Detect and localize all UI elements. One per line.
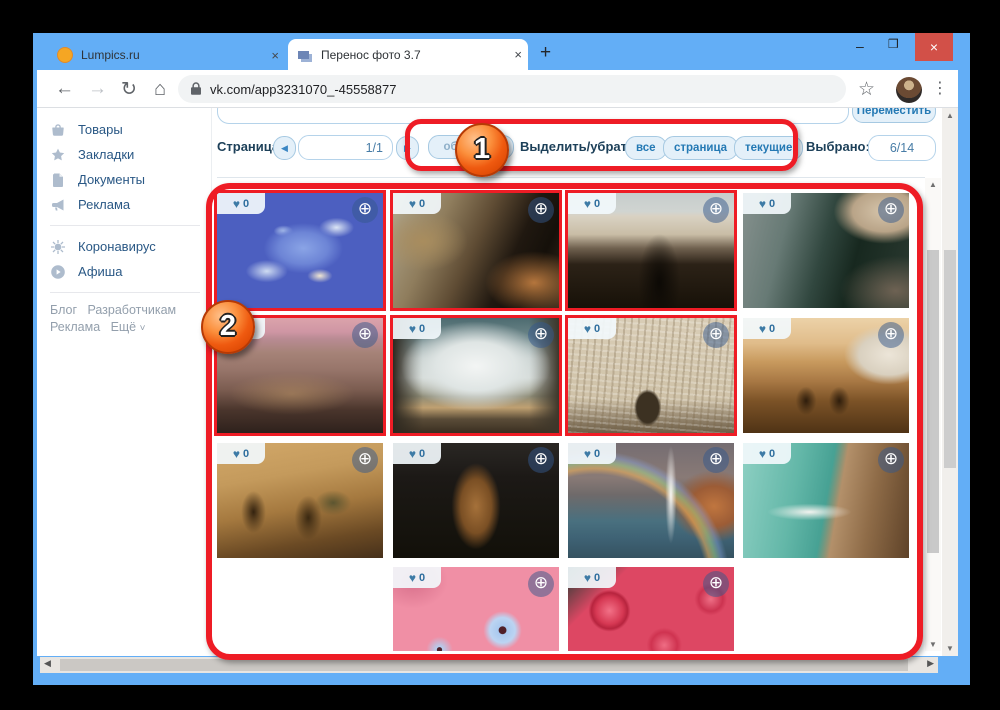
scrollbar-thumb[interactable] [927, 250, 939, 553]
url-text: vk.com/app3231070_-45558877 [210, 82, 396, 97]
tab-photo-transfer[interactable]: Перенос фото 3.7 × [288, 39, 528, 70]
address-bar[interactable]: vk.com/app3231070_-45558877 [178, 75, 846, 103]
annotation-step-1: 1 [455, 123, 509, 177]
tab-close-icon[interactable]: × [265, 48, 285, 63]
home-icon[interactable]: ⌂ [154, 78, 166, 101]
reload-icon[interactable]: ↻ [121, 78, 137, 101]
grid-scrollbar[interactable]: ▲ ▼ [925, 178, 941, 651]
scroll-right-icon[interactable]: ▶ [927, 658, 934, 669]
lock-icon [190, 82, 202, 96]
window-maximize-button[interactable]: ❒ [888, 37, 899, 51]
lumpics-favicon-icon [57, 47, 73, 63]
menu-kebab-icon[interactable]: ⋮ [932, 78, 948, 98]
profile-avatar[interactable] [896, 77, 922, 103]
page-scrollbar[interactable]: ▲ ▼ [942, 108, 958, 656]
scroll-left-icon[interactable]: ◀ [44, 658, 51, 669]
forward-icon[interactable]: → [88, 78, 107, 100]
scroll-up-icon[interactable]: ▲ [925, 180, 941, 189]
window-minimize-button[interactable]: – [856, 38, 864, 54]
scroll-up-icon[interactable]: ▲ [942, 111, 958, 120]
tab-title: Lumpics.ru [81, 48, 257, 62]
scroll-down-icon[interactable]: ▼ [942, 644, 958, 653]
screenshot-stage: Lumpics.ru × Перенос фото 3.7 × + – ❒ × … [0, 0, 1000, 710]
scroll-down-icon[interactable]: ▼ [925, 640, 941, 649]
tab-title: Перенос фото 3.7 [321, 48, 500, 62]
scrollbar-thumb[interactable] [60, 659, 908, 671]
annotation-rect-photo-grid [206, 183, 923, 660]
window-close-button[interactable]: × [915, 33, 953, 61]
photo-app-favicon-icon [298, 51, 309, 59]
annotation-step-2: 2 [201, 300, 255, 354]
tab-close-icon[interactable]: × [508, 47, 528, 62]
new-tab-button[interactable]: + [540, 42, 551, 64]
bookmark-star-icon[interactable]: ☆ [858, 78, 875, 101]
tab-lumpics[interactable]: Lumpics.ru × [57, 40, 285, 70]
scrollbar-thumb[interactable] [944, 250, 956, 468]
back-icon[interactable]: ← [55, 78, 74, 100]
